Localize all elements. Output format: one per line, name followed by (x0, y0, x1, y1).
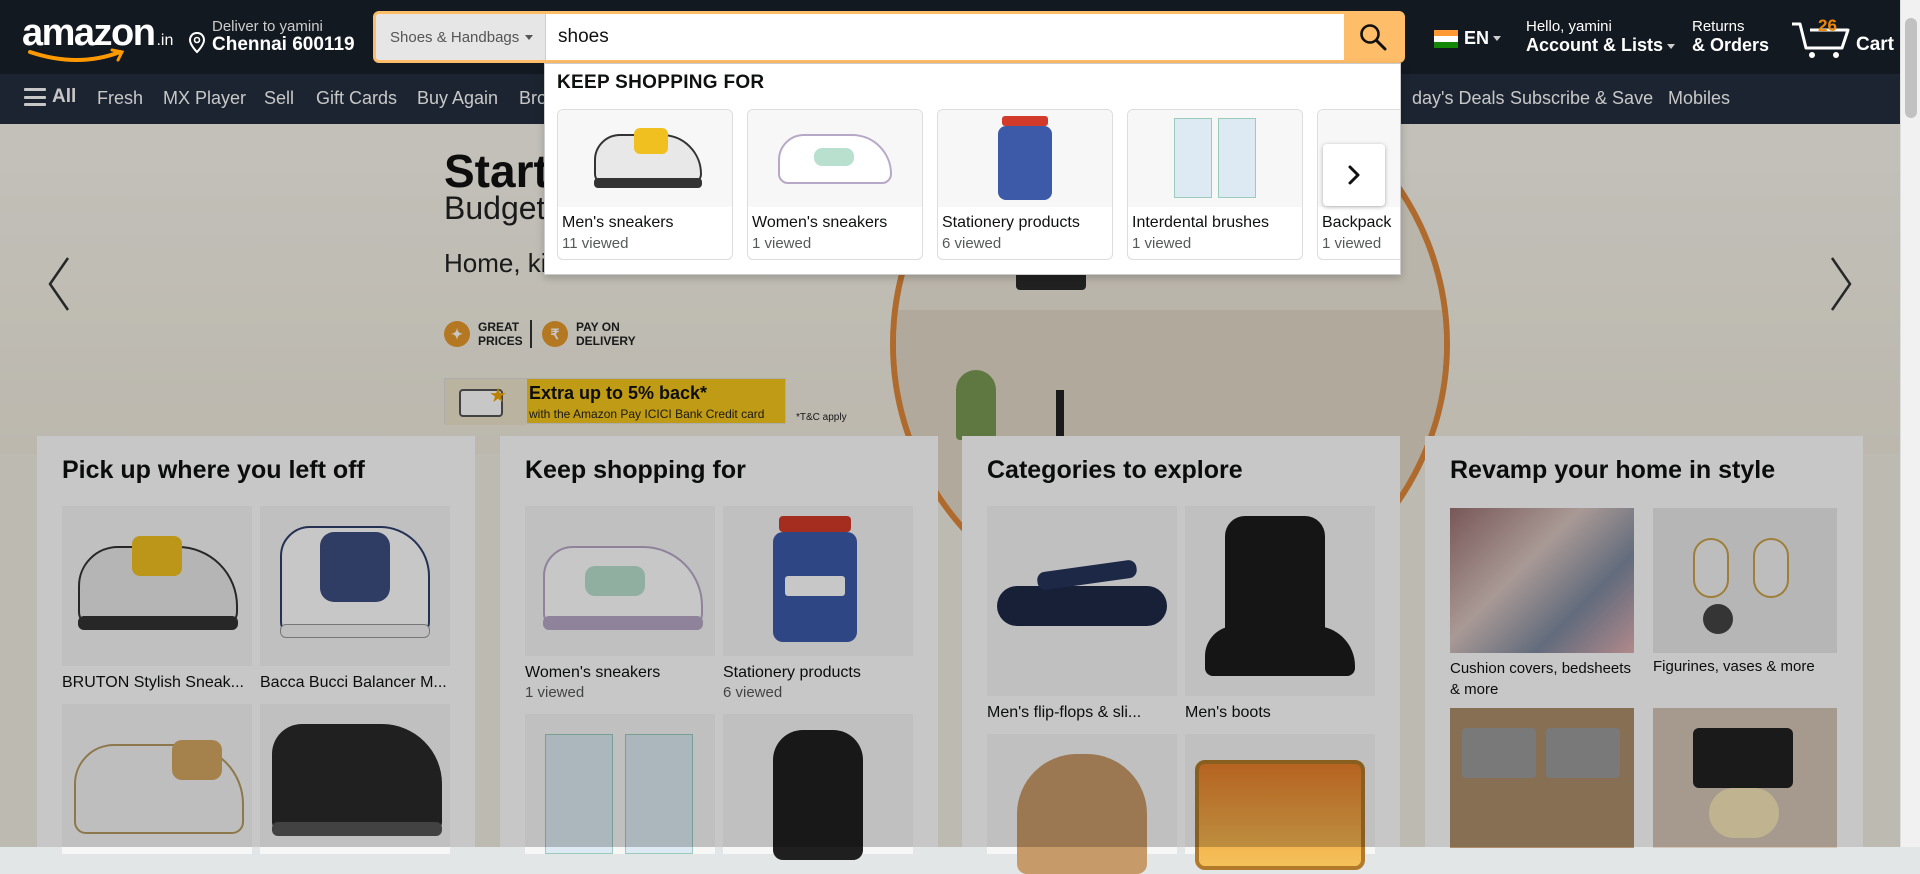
language-selector[interactable]: EN (1434, 28, 1502, 49)
suggestion-stationery[interactable]: Stationery products 6 viewed (937, 109, 1113, 260)
scrollbar-thumb[interactable] (1905, 18, 1917, 118)
search-button[interactable] (1344, 14, 1402, 60)
cart-label: Cart (1856, 34, 1895, 55)
search-icon (1360, 24, 1387, 51)
dropdown-heading: KEEP SHOPPING FOR (557, 72, 765, 93)
returns-label: Returns (1692, 18, 1745, 35)
interdental-brush-image (1128, 110, 1302, 207)
suggestion-views: 1 viewed (752, 235, 812, 252)
search-suggestions-dropdown: KEEP SHOPPING FOR Men's sneakers 11 view… (544, 63, 1401, 275)
cart-button[interactable]: 26 Cart (1790, 14, 1900, 60)
mens-sneaker-image (558, 110, 732, 207)
location-pin-icon (188, 32, 206, 54)
suggestion-label: Men's sneakers (562, 214, 674, 231)
account-and-lists[interactable]: Hello, yamini Account & Lists (1526, 18, 1676, 56)
suggestion-views: 1 viewed (1132, 235, 1192, 252)
suggestion-mens-sneakers[interactable]: Men's sneakers 11 viewed (557, 109, 733, 260)
account-greeting: Hello, yamini (1526, 18, 1612, 35)
account-label: Account & Lists (1526, 35, 1664, 55)
returns-and-orders[interactable]: Returns & Orders (1692, 18, 1769, 56)
chevron-down-icon (1667, 43, 1676, 49)
pen-jar-image (938, 110, 1112, 207)
chevron-down-icon (525, 34, 534, 40)
cart-count: 26 (1818, 16, 1837, 35)
suggestion-interdental[interactable]: Interdental brushes 1 viewed (1127, 109, 1303, 260)
page-scrollbar[interactable] (1900, 0, 1920, 847)
search-category-label: Shoes & Handbags (390, 28, 520, 46)
chevron-down-icon (1493, 36, 1502, 41)
suggestion-label: Stationery products (942, 214, 1080, 231)
suggestion-views: 1 viewed (1322, 235, 1382, 252)
womens-sneaker-image (748, 110, 922, 207)
logo-suffix: .in (156, 32, 174, 49)
suggestion-label: Women's sneakers (752, 214, 888, 231)
amazon-logo[interactable]: amazon .in (22, 14, 173, 62)
deliver-city: Chennai 600119 (212, 34, 355, 55)
suggestion-views: 11 viewed (562, 235, 629, 252)
suggestion-views: 6 viewed (942, 235, 1002, 252)
suggestions-next-button[interactable] (1323, 144, 1385, 206)
suggestion-label: Backpack (1322, 214, 1392, 231)
chevron-right-icon (1348, 165, 1360, 185)
india-flag-icon (1434, 29, 1458, 48)
search-input[interactable] (546, 14, 1341, 60)
deliver-label: Deliver to yamini (212, 18, 323, 35)
orders-label: & Orders (1692, 35, 1770, 55)
search-bar: Shoes & Handbags (373, 11, 1405, 63)
search-category-select[interactable]: Shoes & Handbags (376, 14, 546, 60)
language-label: EN (1464, 28, 1490, 48)
logo-smile-icon (28, 48, 125, 62)
suggestion-womens-sneakers[interactable]: Women's sneakers 1 viewed (747, 109, 923, 260)
suggestion-label: Interdental brushes (1132, 214, 1269, 231)
